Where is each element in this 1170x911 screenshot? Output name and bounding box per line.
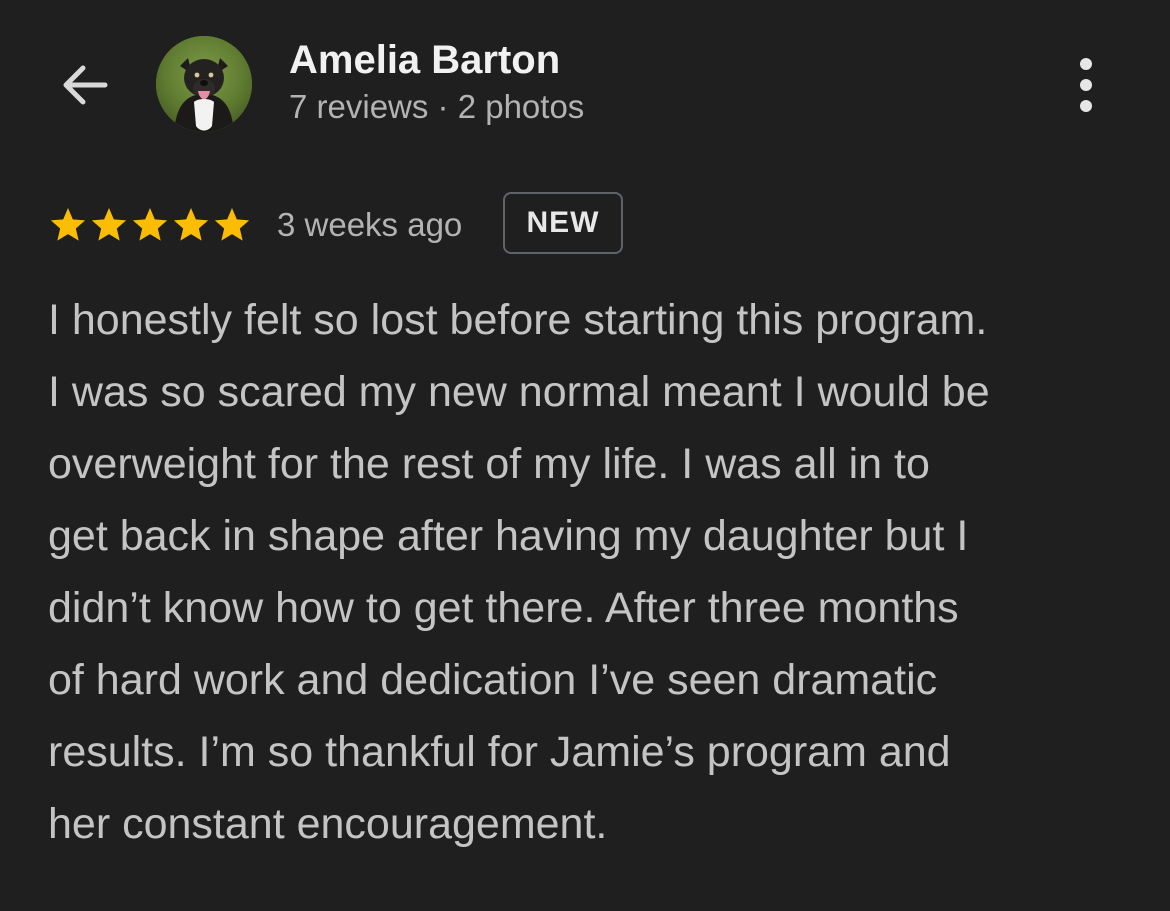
- more-options-button[interactable]: [1060, 50, 1112, 120]
- star-icon: [132, 208, 168, 241]
- dog-avatar-image: [156, 36, 252, 132]
- review-text-line: overweight for the rest of my life. I wa…: [48, 440, 930, 488]
- review-text-line: of hard work and dedication I’ve seen dr…: [48, 656, 938, 704]
- star-rating: [48, 204, 252, 248]
- arrow-back-icon: [63, 65, 108, 105]
- review-date: 3 weeks ago: [277, 206, 463, 243]
- reviewer-stats: 7 reviews · 2 photos: [289, 88, 585, 125]
- back-button[interactable]: [50, 50, 120, 120]
- review-text-line: I was so scared my new normal meant I wo…: [48, 368, 990, 416]
- reviewer-name[interactable]: Amelia Barton: [289, 38, 560, 83]
- new-badge: NEW: [503, 192, 623, 254]
- star-icon: [50, 208, 86, 241]
- more-vert-icon-dot: [1080, 79, 1092, 91]
- review-text-line: didn’t know how to get there. After thre…: [48, 584, 959, 632]
- star-icon: [214, 208, 250, 241]
- review-text: I honestly felt so lost before starting …: [48, 284, 1138, 860]
- star-icon: [173, 208, 209, 241]
- review-text-line: get back in shape after having my daught…: [48, 512, 969, 560]
- review-text-line: her constant encouragement.: [48, 800, 608, 848]
- review-text-line: results. I’m so thankful for Jamie’s pro…: [48, 728, 951, 776]
- more-vert-icon-dot: [1080, 100, 1092, 112]
- star-icon: [91, 208, 127, 241]
- more-vert-icon: [1080, 58, 1092, 70]
- review-text-line: I honestly felt so lost before starting …: [48, 296, 988, 344]
- avatar[interactable]: [156, 36, 252, 132]
